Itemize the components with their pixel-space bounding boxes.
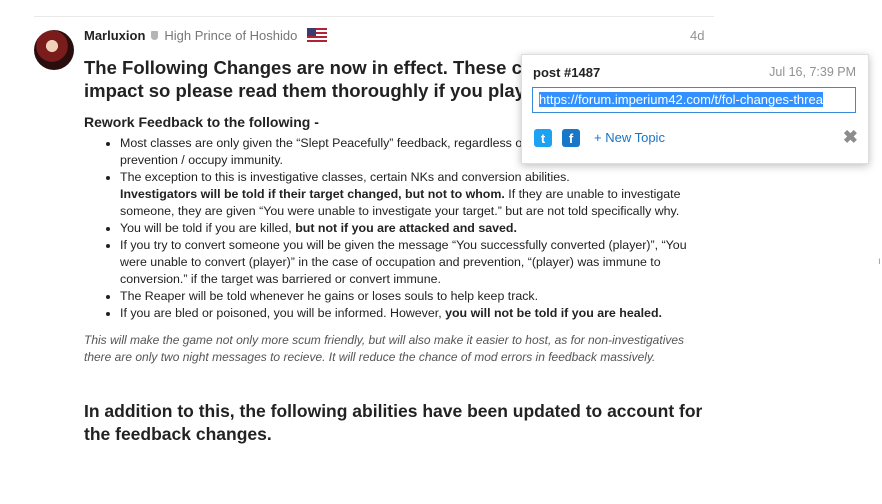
edge-mark: ı [878,256,881,267]
bold-text: Investigators will be told if their targ… [120,187,505,201]
shield-icon [151,30,159,40]
list-item: The Reaper will be told whenever he gain… [120,288,708,305]
list-item: You will be told if you are killed, but … [120,220,708,237]
post-meta: Marluxion High Prince of Hoshido [84,27,328,43]
share-url-text: https://forum.imperium42.com/t/fol-chang… [539,92,823,107]
bold-text: you will not be told if you are healed. [445,306,662,320]
abilities-heading: In addition to this, the following abili… [84,401,703,444]
new-topic-label: New Topic [605,130,665,145]
us-flag-icon [307,28,328,42]
plus-icon: + [594,130,602,145]
list-item: If you are bled or poisoned, you will be… [120,305,708,322]
close-icon[interactable]: ✖ [843,127,858,148]
bold-text: but not if you are attacked and saved. [295,221,517,235]
share-popup: post #1487 Jul 16, 7:39 PM https://forum… [521,54,869,164]
facebook-icon[interactable]: f [562,129,580,147]
list-item: If you try to convert someone you will b… [120,237,708,288]
twitter-icon[interactable]: t [534,129,552,147]
avatar[interactable] [34,30,74,70]
post-date[interactable]: 4d [690,28,704,43]
list-item: The exception to this is investigative c… [120,169,708,220]
top-divider [34,16,714,17]
share-post-number: post #1487 [533,65,601,80]
user-title: High Prince of Hoshido [164,27,298,43]
new-topic-button[interactable]: + New Topic [594,130,665,145]
italic-note: This will make the game not only more sc… [84,333,685,364]
username[interactable]: Marluxion [84,28,145,43]
share-url-input[interactable]: https://forum.imperium42.com/t/fol-chang… [532,87,856,113]
share-post-date: Jul 16, 7:39 PM [769,65,856,79]
